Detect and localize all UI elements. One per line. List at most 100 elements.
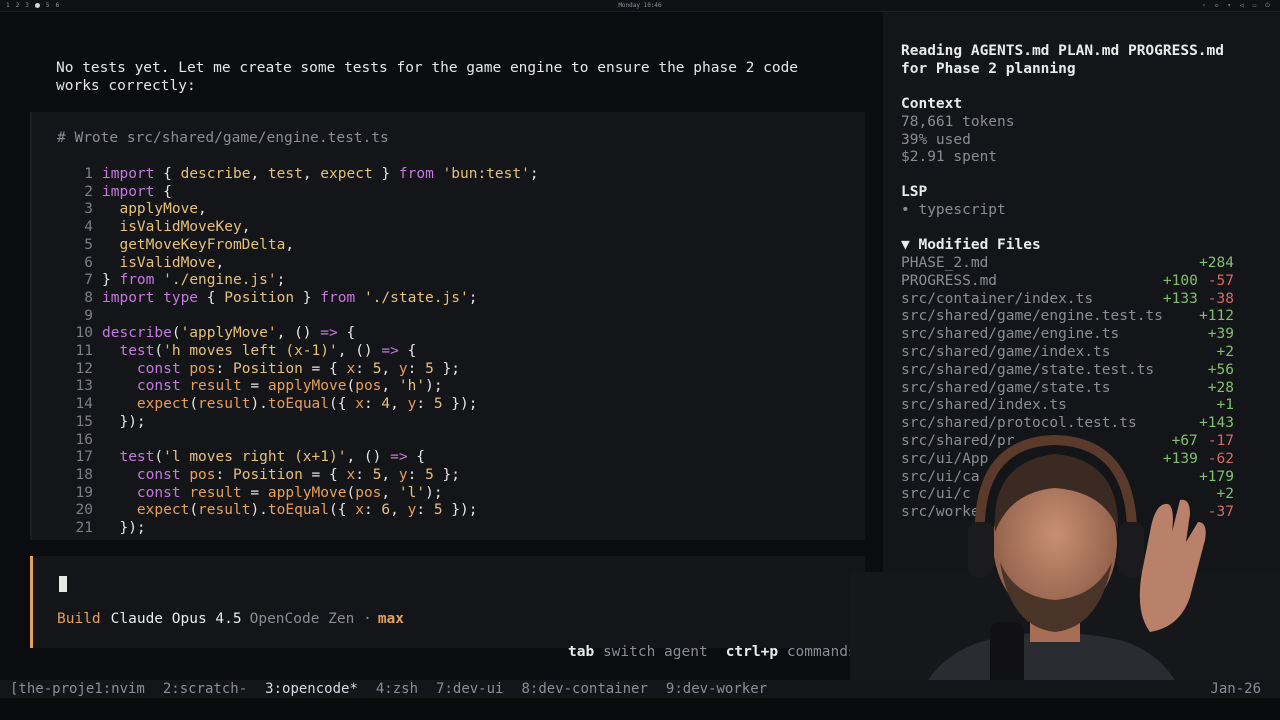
line-number: 3	[84, 201, 93, 218]
code-token: {	[154, 183, 172, 200]
code-token: const	[136, 360, 181, 377]
tmux-window[interactable]: 2:scratch-	[163, 680, 247, 698]
hint-switch-agent[interactable]: tab switch agent	[568, 644, 708, 660]
modified-file-row[interactable]: src/shared/game/engine.test.ts +112	[901, 308, 1234, 326]
code-token: =>	[390, 449, 408, 466]
text-cursor	[59, 576, 67, 592]
line-number: 8	[84, 289, 93, 306]
volume-icon[interactable]: ◁	[1240, 2, 1244, 10]
code-token: );	[425, 484, 443, 501]
wifi-icon[interactable]: ▾	[1227, 2, 1231, 10]
modified-file-row[interactable]: PROGRESS.md +100 -57	[901, 273, 1234, 291]
file-name: src/shared/game/state.test.ts	[901, 361, 1155, 378]
hint-commands[interactable]: ctrl+p commands	[726, 644, 857, 660]
code-token: 5	[425, 360, 434, 377]
code-token: 'applyMove'	[180, 325, 277, 342]
tmux-window[interactable]: 7:dev-ui	[436, 680, 503, 698]
tmux-window[interactable]: [the-proje1:nvim	[10, 680, 145, 698]
model-name[interactable]: Claude Opus 4.5	[111, 611, 242, 627]
line-number: 16	[75, 431, 93, 448]
code-line: 16	[57, 432, 539, 450]
code-token: :	[215, 466, 233, 483]
modified-file-row[interactable]: src/shared/game/index.ts +2	[901, 344, 1234, 362]
modified-file-row[interactable]: src/shared/game/state.test.ts +56	[901, 362, 1234, 380]
code-line: 18 const pos: Position = { x: 5, y: 5 };	[57, 467, 539, 485]
code-token: x	[355, 396, 364, 413]
code-token: from	[119, 272, 155, 289]
line-number: 20	[75, 502, 93, 519]
code-token: (	[189, 502, 199, 519]
context-used: 39% used	[901, 131, 971, 148]
file-changes: +39	[1208, 326, 1234, 344]
code-block-title: # Wrote src/shared/game/engine.test.ts	[57, 130, 389, 146]
code-token: Position	[224, 289, 295, 306]
code-token: pos	[355, 378, 382, 395]
tmux-window[interactable]: 4:zsh	[376, 680, 418, 698]
code-line: 8 import type { Position } from './state.…	[57, 290, 539, 308]
code-token: ;	[529, 166, 539, 182]
code-line: 12 const pos: Position = { x: 5, y: 5 };	[57, 361, 539, 379]
terminal-window: No tests yet. Let me create some tests f…	[0, 12, 1280, 720]
code-token: 6	[381, 502, 391, 519]
code-token: ,	[302, 166, 321, 182]
code-token: 'l'	[398, 484, 426, 501]
code-line: 9	[57, 308, 539, 326]
lines-removed: -57	[1207, 272, 1234, 289]
code-token: './state.js'	[363, 289, 469, 306]
lines-removed: -38	[1207, 290, 1234, 307]
line-number: 12	[75, 360, 93, 377]
code-token: 5	[433, 396, 443, 413]
code-token: pos	[355, 484, 382, 501]
code-token: = {	[302, 466, 347, 483]
code-token: isValidMoveKey	[119, 219, 242, 236]
network-icon[interactable]: ◇	[1215, 2, 1219, 10]
code-token: );	[425, 378, 443, 395]
tmux-window[interactable]: 8:dev-container	[521, 680, 647, 698]
code-token: =>	[320, 325, 338, 342]
code-token: import	[102, 166, 155, 182]
assistant-message: No tests yet. Let me create some tests f…	[56, 60, 799, 94]
code-token: ;	[276, 272, 286, 289]
code-token: from	[398, 166, 434, 182]
modified-file-row[interactable]: src/shared/game/state.ts +28	[901, 380, 1234, 398]
lines-added: +284	[1199, 255, 1234, 271]
code-token: import	[102, 183, 155, 200]
tmux-date: Jan-26	[1210, 681, 1261, 697]
modified-file-row[interactable]: src/shared/game/engine.ts +39	[901, 326, 1234, 344]
modified-files-heading[interactable]: ▼ Modified Files	[901, 237, 1041, 255]
modified-file-row[interactable]: src/shared/index.ts +1	[901, 397, 1234, 415]
code-token: });	[102, 413, 146, 430]
tmux-window[interactable]: 3:opencode*	[265, 680, 358, 698]
modified-file-row[interactable]: src/container/index.ts +133 -38	[901, 291, 1234, 309]
code-token: 'h'	[398, 378, 426, 395]
modified-file-row[interactable]: PHASE_2.md +284	[901, 255, 1234, 273]
code-line: 13 const result = applyMove(pos, 'h');	[57, 378, 539, 396]
effort-level[interactable]: max	[378, 611, 404, 627]
battery-icon[interactable]: ▭	[1253, 2, 1257, 10]
prompt-input[interactable]: Build Claude Opus 4.5 OpenCode Zen · max	[30, 556, 865, 648]
code-token: {	[407, 449, 426, 466]
code-token: y	[398, 360, 408, 377]
line-number: 7	[84, 272, 93, 289]
power-icon[interactable]: ⏻	[1265, 2, 1270, 10]
code-token: (	[346, 484, 356, 501]
code-token: (	[154, 449, 164, 466]
code-token: ,	[381, 360, 399, 377]
line-number: 2	[84, 183, 93, 200]
chevron-left-icon[interactable]: ‹	[1202, 2, 1206, 10]
agent-mode[interactable]: Build	[57, 611, 101, 627]
code-token: Position	[232, 360, 303, 377]
file-changes: +133 -38	[1163, 291, 1234, 309]
lines-added: +112	[1199, 308, 1234, 325]
tmux-window[interactable]: 9:dev-worker	[666, 680, 767, 698]
code-token: =	[241, 484, 268, 501]
code-token: isValidMove	[119, 254, 216, 271]
code-token: =>	[381, 343, 399, 360]
context-section: Context 78,661 tokens 39% used $2.91 spe…	[901, 96, 1015, 167]
